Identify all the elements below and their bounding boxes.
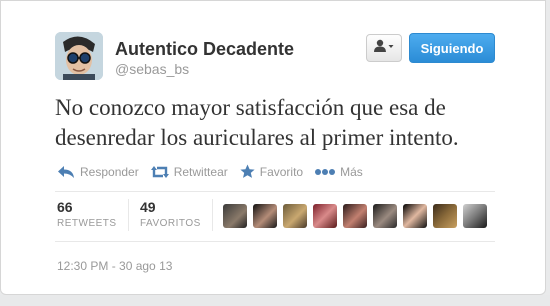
following-button[interactable]: Siguiendo [409, 33, 495, 63]
retweets-count: 66 [57, 199, 73, 215]
reply-label: Responder [80, 164, 139, 179]
tweet-text: No conozco mayor satisfacción que esa de… [55, 93, 525, 153]
more-button[interactable]: Más [315, 165, 363, 179]
tweet-text-line-2: desenredar los auriculares al primer int… [55, 125, 459, 150]
tweet-actions: Responder Retwittear Favorito Más [57, 164, 375, 179]
favorites-label: FAVORITOS [140, 218, 201, 229]
more-label: Más [340, 164, 363, 179]
favoriter-avatar[interactable] [373, 204, 397, 228]
divider-bottom [55, 241, 495, 242]
page-background-strip [0, 295, 550, 306]
favorite-button[interactable]: Favorito [240, 164, 303, 179]
reply-button[interactable]: Responder [57, 165, 139, 179]
favoriter-avatar[interactable] [463, 204, 487, 228]
favoriter-avatar[interactable] [223, 204, 247, 228]
person-dropdown-icon [373, 39, 395, 58]
user-actions-button[interactable] [366, 34, 402, 62]
star-icon [240, 164, 255, 179]
favoriters-avatars [223, 204, 493, 228]
retweet-icon [150, 165, 169, 179]
author-name[interactable]: Autentico Decadente [115, 39, 294, 60]
divider-top [55, 191, 495, 192]
favorites-stat[interactable]: 49 FAVORITOS [140, 199, 201, 229]
favorites-count: 49 [140, 199, 156, 215]
reply-icon [57, 165, 75, 179]
favoriter-avatar[interactable] [403, 204, 427, 228]
author-avatar[interactable] [55, 32, 103, 80]
favoriter-avatar[interactable] [343, 204, 367, 228]
tweet-card: Autentico Decadente @sebas_bs Siguiendo … [0, 0, 546, 295]
stats-divider [212, 199, 213, 231]
favoriter-avatar[interactable] [283, 204, 307, 228]
retweets-label: RETWEETS [57, 218, 117, 229]
author-handle[interactable]: @sebas_bs [115, 61, 189, 77]
retweet-label: Retwittear [173, 164, 228, 179]
retweet-button[interactable]: Retwittear [150, 164, 228, 179]
stats-divider [128, 199, 129, 231]
favoriter-avatar[interactable] [253, 204, 277, 228]
favoriter-avatar[interactable] [433, 204, 457, 228]
more-dots-icon [315, 168, 336, 176]
tweet-text-line-1: No conozco mayor satisfacción que esa de [55, 95, 446, 120]
favorite-label: Favorito [259, 164, 304, 179]
retweets-stat[interactable]: 66 RETWEETS [57, 199, 117, 229]
favoriter-avatar[interactable] [313, 204, 337, 228]
tweet-timestamp[interactable]: 12:30 PM - 30 ago 13 [57, 259, 172, 273]
